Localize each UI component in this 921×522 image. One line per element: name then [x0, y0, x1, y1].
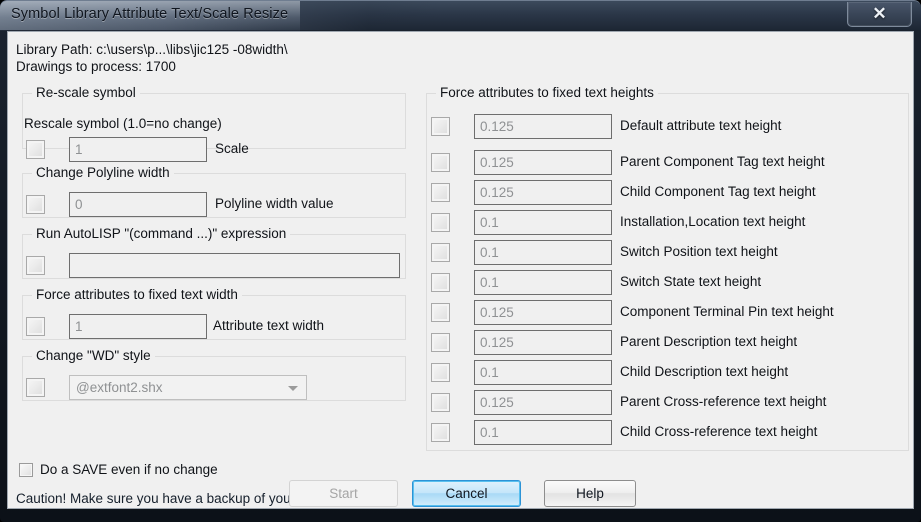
text-height-input-7[interactable]: 0.125	[474, 330, 612, 355]
text-height-label-4: Switch Position text height	[620, 244, 778, 259]
start-button[interactable]: Start	[289, 480, 398, 507]
text-height-label-6: Component Terminal Pin text height	[620, 304, 834, 319]
scale-input[interactable]: 1	[69, 137, 207, 162]
drawings-to-process-text: Drawings to process: 1700	[16, 59, 176, 74]
title-bar[interactable]: Symbol Library Attribute Text/Scale Resi…	[0, 0, 921, 31]
polyline-width-input[interactable]: 0	[69, 192, 207, 217]
text-height-input-0[interactable]: 0.125	[474, 114, 612, 139]
polyline-width-label: Polyline width value	[215, 196, 334, 211]
group-legend-fixed-text-width: Force attributes to fixed text width	[32, 287, 242, 302]
text-height-input-10[interactable]: 0.1	[474, 420, 612, 445]
text-height-label-10: Child Cross-reference text height	[620, 424, 818, 439]
do-a-save-label: Do a SAVE even if no change	[40, 462, 218, 477]
wd-style-select[interactable]: @extfont2.shx	[69, 375, 307, 400]
text-height-label-9: Parent Cross-reference text height	[620, 394, 827, 409]
text-height-checkbox-5[interactable]	[431, 273, 450, 292]
text-height-label-3: Installation,Location text height	[620, 214, 806, 229]
window-title: Symbol Library Attribute Text/Scale Resi…	[11, 6, 289, 22]
dialog-client-area: Library Path: c:\users\p...\libs\jic125 …	[7, 31, 914, 509]
group-legend-polyline-width: Change Polyline width	[32, 165, 174, 180]
group-legend-autolisp: Run AutoLISP "(command ...)" expression	[32, 226, 291, 241]
text-height-input-4[interactable]: 0.1	[474, 240, 612, 265]
text-height-checkbox-1[interactable]	[431, 153, 450, 172]
text-height-input-8[interactable]: 0.1	[474, 360, 612, 385]
text-height-input-5[interactable]: 0.1	[474, 270, 612, 295]
text-height-checkbox-0[interactable]	[431, 117, 450, 136]
text-height-label-1: Parent Component Tag text height	[620, 154, 825, 169]
text-height-input-1[interactable]: 0.125	[474, 150, 612, 175]
attribute-text-width-label: Attribute text width	[213, 318, 325, 333]
text-height-input-6[interactable]: 0.125	[474, 300, 612, 325]
text-height-label-0: Default attribute text height	[620, 118, 782, 133]
attribute-text-width-checkbox[interactable]	[26, 317, 45, 336]
dialog-window: Symbol Library Attribute Text/Scale Resi…	[0, 0, 921, 522]
close-icon: ✕	[872, 4, 887, 23]
wd-style-checkbox[interactable]	[26, 378, 45, 397]
scale-label: Scale	[215, 141, 249, 156]
group-legend-rescale-symbol: Re-scale symbol	[32, 85, 140, 100]
text-height-input-3[interactable]: 0.1	[474, 210, 612, 235]
rescale-symbol-checkbox[interactable]	[26, 140, 45, 159]
text-height-checkbox-7[interactable]	[431, 333, 450, 352]
autolisp-checkbox[interactable]	[26, 256, 45, 275]
text-height-checkbox-6[interactable]	[431, 303, 450, 322]
text-height-checkbox-2[interactable]	[431, 183, 450, 202]
attribute-text-width-input[interactable]: 1	[69, 314, 207, 339]
do-a-save-checkbox[interactable]	[19, 463, 33, 477]
autolisp-expression-input[interactable]	[69, 253, 400, 278]
text-height-input-2[interactable]: 0.125	[474, 180, 612, 205]
help-button[interactable]: Help	[544, 480, 636, 507]
text-height-checkbox-8[interactable]	[431, 363, 450, 382]
cancel-button[interactable]: Cancel	[412, 480, 521, 507]
text-height-checkbox-9[interactable]	[431, 393, 450, 412]
text-height-label-5: Switch State text height	[620, 274, 762, 289]
text-height-checkbox-10[interactable]	[431, 423, 450, 442]
text-height-checkbox-4[interactable]	[431, 243, 450, 262]
wd-style-value: @extfont2.shx	[76, 380, 163, 395]
text-height-label-8: Child Description text height	[620, 364, 789, 379]
rescale-sub-label: Rescale symbol (1.0=no change)	[24, 116, 222, 131]
group-legend-wd-style: Change "WD" style	[32, 348, 155, 363]
text-height-input-9[interactable]: 0.125	[474, 390, 612, 415]
text-height-checkbox-3[interactable]	[431, 213, 450, 232]
text-height-label-7: Parent Description text height	[620, 334, 798, 349]
chevron-down-icon	[288, 386, 298, 391]
group-legend-fixed-text-heights: Force attributes to fixed text heights	[436, 85, 658, 100]
text-height-label-2: Child Component Tag text height	[620, 184, 816, 199]
library-path-text: Library Path: c:\users\p...\libs\jic125 …	[16, 42, 288, 57]
polyline-width-checkbox[interactable]	[26, 195, 45, 214]
close-button[interactable]: ✕	[847, 2, 912, 27]
